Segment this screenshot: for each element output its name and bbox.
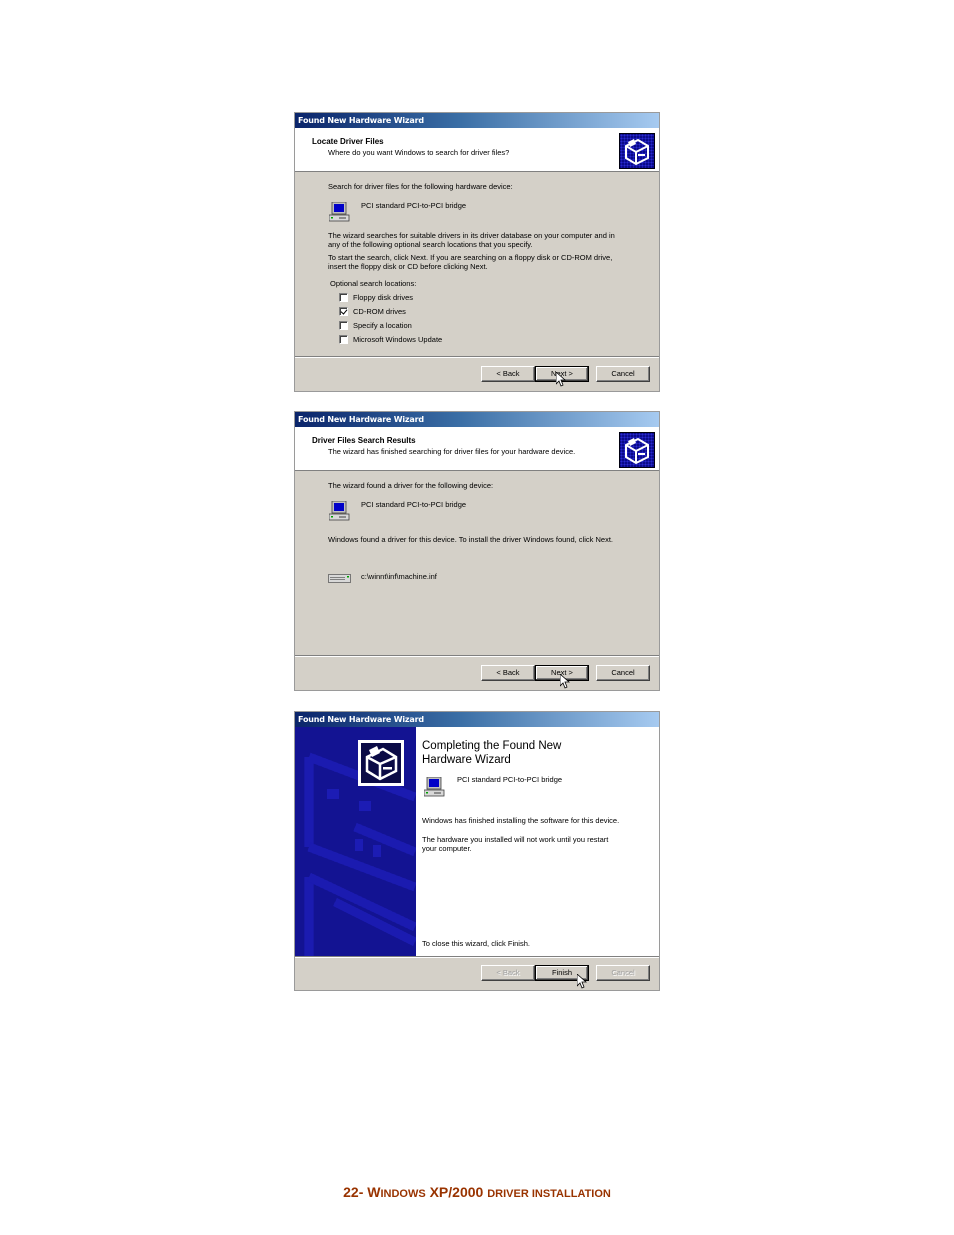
driver-path: c:\winnt\inf\machine.inf xyxy=(361,572,437,581)
intro-text: Search for driver files for the followin… xyxy=(328,182,513,191)
mouse-cursor-icon xyxy=(576,973,588,990)
dialog-titlebar[interactable]: Found New Hardware Wizard xyxy=(295,113,659,128)
footer-word: XP/2000 xyxy=(429,1184,484,1200)
intro-text: The wizard found a driver for the follow… xyxy=(328,481,494,490)
wizard-dialog-locate-driver-files: Found New Hardware Wizard Locate Driver … xyxy=(294,112,660,392)
header-subtitle: Where do you want Windows to search for … xyxy=(328,148,510,157)
checkbox-cd-rom-drives[interactable]: CD-ROM drives xyxy=(339,306,406,317)
wizard-header: Driver Files Search Results The wizard h… xyxy=(295,427,659,471)
footer-word: W xyxy=(367,1184,381,1200)
driver-file-icon xyxy=(328,574,352,584)
dialog-titlebar[interactable]: Found New Hardware Wizard xyxy=(295,412,659,427)
completion-content: Completing the Found New Hardware Wizard… xyxy=(416,727,659,956)
restart-text: your computer. xyxy=(422,844,472,853)
computer-icon xyxy=(328,201,351,222)
description-line: insert the floppy disk or CD before clic… xyxy=(328,262,488,271)
page-footer: 22- WINDOWS XP/2000 DRIVER INSTALLATION xyxy=(0,1184,954,1200)
driver-found-text: Windows found a driver for this device. … xyxy=(328,535,613,544)
description-line: The wizard searches for suitable drivers… xyxy=(328,231,615,240)
description-line: To start the search, click Next. If you … xyxy=(328,253,613,262)
wizard-dialog-search-results: Found New Hardware Wizard Driver Files S… xyxy=(294,411,660,691)
checkbox-checked[interactable] xyxy=(339,307,348,316)
completion-heading: Completing the Found New Hardware Wizard xyxy=(422,739,622,767)
back-button[interactable]: < Back xyxy=(481,366,535,382)
wizard-dialog-completing: Found New Hardware Wizard Completing the… xyxy=(294,711,660,991)
heading-line: Hardware Wizard xyxy=(422,754,511,766)
restart-text: The hardware you installed will not work… xyxy=(422,835,609,844)
hardware-wizard-icon xyxy=(619,133,655,169)
header-title: Driver Files Search Results xyxy=(312,436,416,445)
back-button[interactable]: < Back xyxy=(481,665,535,681)
footer-separator xyxy=(295,655,659,657)
hardware-wizard-icon xyxy=(619,432,655,468)
checkbox-label: CD-ROM drives xyxy=(353,307,406,316)
header-subtitle: The wizard has finished searching for dr… xyxy=(328,447,576,456)
footer-word: DRIVER INSTALLATION xyxy=(487,1188,611,1200)
mouse-cursor-icon xyxy=(555,371,567,388)
footer-separator xyxy=(295,356,659,358)
device-name: PCI standard PCI-to-PCI bridge xyxy=(457,775,563,784)
optional-locations-label: Optional search locations: xyxy=(330,279,417,288)
computer-icon xyxy=(328,500,351,521)
mouse-cursor-icon xyxy=(559,673,571,690)
wizard-header: Locate Driver Files Where do you want Wi… xyxy=(295,128,659,172)
checkbox[interactable] xyxy=(339,321,348,330)
device-name: PCI standard PCI-to-PCI bridge xyxy=(361,201,467,210)
back-button: < Back xyxy=(481,965,535,981)
device-name: PCI standard PCI-to-PCI bridge xyxy=(361,500,467,509)
cancel-button: Cancel xyxy=(596,965,650,981)
checkbox-windows-update[interactable]: Microsoft Windows Update xyxy=(339,334,442,345)
description-line: any of the following optional search loc… xyxy=(328,240,533,249)
footer-word: INDOWS xyxy=(380,1188,426,1200)
checkbox[interactable] xyxy=(339,293,348,302)
checkbox-label: Microsoft Windows Update xyxy=(353,335,443,344)
page-number: 22- xyxy=(343,1184,364,1200)
wizard-side-banner xyxy=(295,727,416,956)
footer-separator xyxy=(295,956,659,958)
hardware-wizard-icon xyxy=(358,740,404,786)
close-instructions: To close this wizard, click Finish. xyxy=(422,939,530,948)
checkbox[interactable] xyxy=(339,335,348,344)
checkbox-label: Specify a location xyxy=(353,321,412,330)
heading-line: Completing the Found New xyxy=(422,740,562,752)
dialog-titlebar[interactable]: Found New Hardware Wizard xyxy=(295,712,659,727)
header-title: Locate Driver Files xyxy=(312,137,384,146)
cancel-button[interactable]: Cancel xyxy=(596,366,650,382)
computer-icon xyxy=(423,776,446,797)
finished-text: Windows has finished installing the soft… xyxy=(422,816,620,825)
checkbox-floppy-disk-drives[interactable]: Floppy disk drives xyxy=(339,292,413,303)
checkbox-label: Floppy disk drives xyxy=(353,293,414,302)
checkbox-specify-location[interactable]: Specify a location xyxy=(339,320,412,331)
cancel-button[interactable]: Cancel xyxy=(596,665,650,681)
